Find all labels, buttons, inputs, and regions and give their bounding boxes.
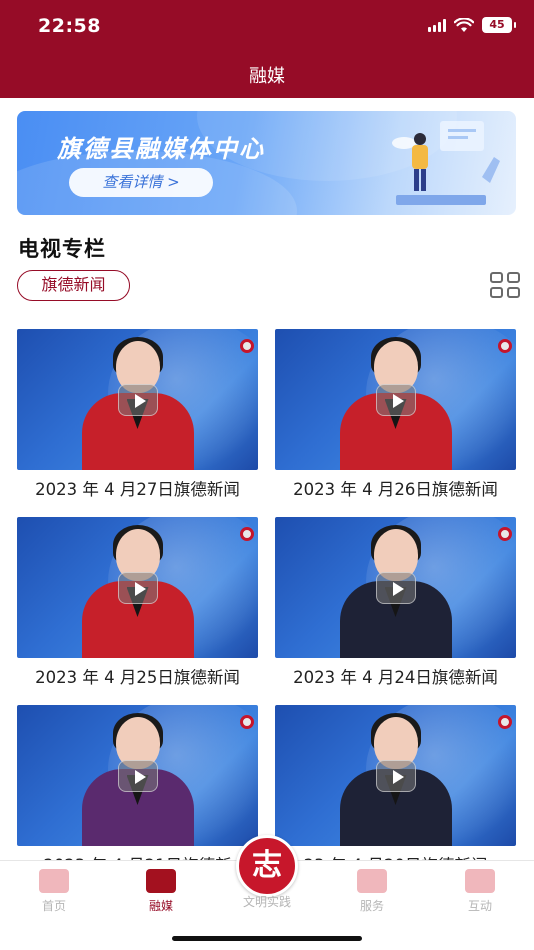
cellular-signal-icon — [428, 18, 446, 32]
video-card[interactable]: 2023 年 4 月27日旗德新闻 — [17, 329, 258, 500]
play-icon[interactable] — [117, 383, 158, 416]
view-details-button[interactable]: 查看详情 > — [69, 168, 213, 197]
service-box-icon — [357, 869, 387, 893]
video-card[interactable]: 2023 年 4 月26日旗德新闻 — [275, 329, 516, 500]
tab-home[interactable]: 首页 — [14, 869, 94, 914]
video-caption: 2023 年 4 月27日旗德新闻 — [35, 480, 240, 499]
tab-media[interactable]: 融媒 — [121, 869, 201, 914]
video-camera-icon — [146, 869, 176, 893]
video-thumbnail[interactable] — [17, 705, 258, 846]
play-icon[interactable] — [375, 571, 416, 604]
video-caption: 2023 年 4 月25日旗德新闻 — [35, 668, 240, 687]
video-card[interactable]: 2023 年 4 月24日旗德新闻 — [275, 517, 516, 688]
chat-bubble-icon — [465, 869, 495, 893]
tab-civilization-practice[interactable]: 文明实践 — [227, 893, 307, 910]
video-thumbnail[interactable] — [275, 705, 516, 846]
video-thumbnail[interactable] — [275, 517, 516, 658]
video-caption: 2023 年 4 月26日旗德新闻 — [293, 480, 498, 499]
home-icon — [39, 869, 69, 893]
presenter-illustration-icon — [392, 121, 500, 205]
status-time: 22:58 — [38, 15, 101, 37]
tab-label: 互动 — [467, 899, 492, 913]
station-logo-icon — [240, 715, 254, 729]
status-icons: 45 — [428, 17, 516, 33]
station-logo-icon — [498, 339, 512, 353]
play-icon[interactable] — [117, 571, 158, 604]
tab-label: 融媒 — [148, 899, 173, 913]
play-icon[interactable] — [117, 759, 158, 792]
page-title: 融媒 — [249, 66, 285, 87]
section-title: 电视专栏 — [18, 237, 106, 261]
header: 22:58 45 融媒 — [0, 0, 534, 98]
play-icon[interactable] — [375, 383, 416, 416]
video-card[interactable]: 2023 年 4 月25日旗德新闻 — [17, 517, 258, 688]
app-root: 22:58 45 融媒 旗德县融媒体中心 查看详情 > 电视专栏 旗德新闻 20… — [0, 0, 534, 950]
tab-interaction[interactable]: 互动 — [440, 869, 520, 914]
station-logo-icon — [498, 715, 512, 729]
video-card[interactable]: 23 年 4 月20日旗德新闻 — [275, 705, 516, 876]
home-indicator — [172, 936, 362, 941]
station-logo-icon — [240, 339, 254, 353]
battery-icon: 45 — [482, 17, 516, 33]
wifi-icon — [454, 17, 474, 32]
tab-label: 首页 — [41, 899, 66, 913]
station-logo-icon — [240, 527, 254, 541]
tab-service[interactable]: 服务 — [332, 869, 412, 914]
volunteer-center-button[interactable]: 志 — [236, 835, 298, 897]
category-tag-button[interactable]: 旗德新闻 — [17, 270, 130, 301]
tab-label: 服务 — [359, 899, 384, 913]
video-card[interactable]: 2023 年 4 月21日旗德新 — [17, 705, 258, 876]
promo-banner[interactable]: 旗德县融媒体中心 查看详情 > — [17, 111, 516, 215]
video-thumbnail[interactable] — [17, 329, 258, 470]
video-thumbnail[interactable] — [17, 517, 258, 658]
banner-title: 旗德县融媒体中心 — [57, 135, 265, 163]
video-caption: 2023 年 4 月24日旗德新闻 — [293, 668, 498, 687]
station-logo-icon — [498, 527, 512, 541]
play-icon[interactable] — [375, 759, 416, 792]
video-thumbnail[interactable] — [275, 329, 516, 470]
grid-view-toggle-icon[interactable] — [490, 272, 522, 300]
